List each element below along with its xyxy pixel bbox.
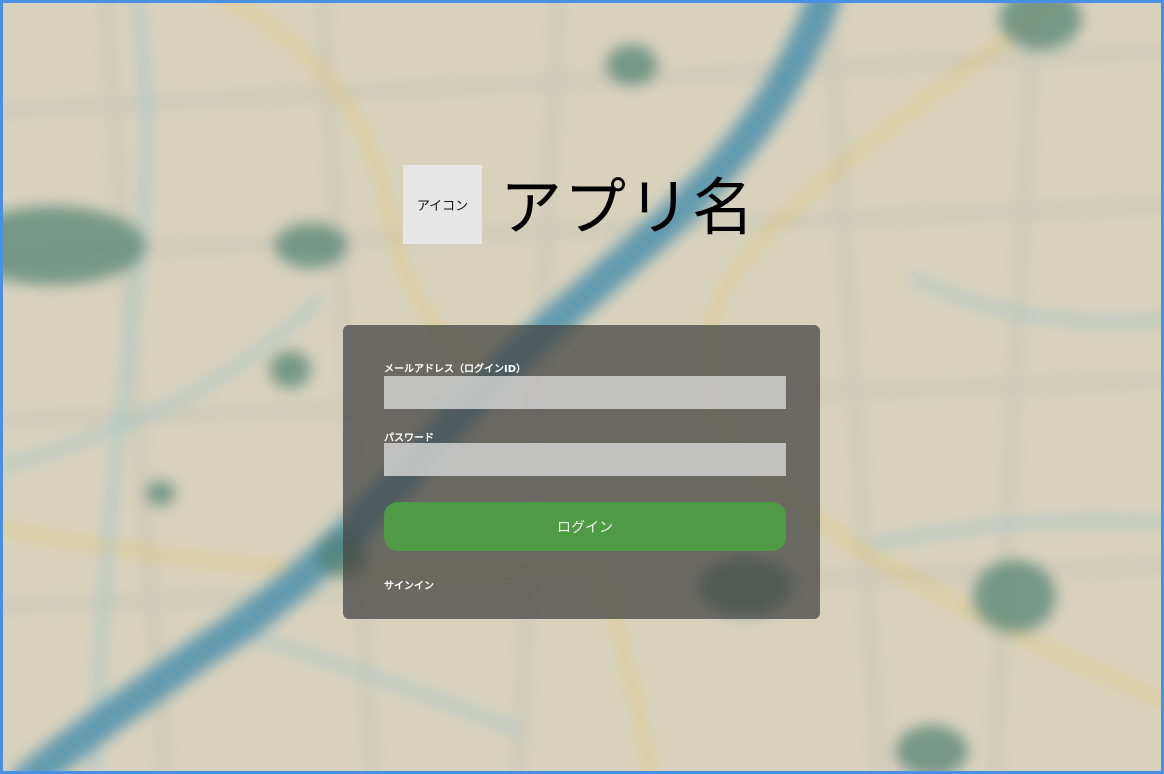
email-label: メールアドレス（ログインID） (384, 364, 527, 375)
login-panel: メールアドレス（ログインID） パスワード ログイン サインイン (343, 325, 820, 619)
brand-header: アイコン アプリ名 (403, 165, 756, 244)
app-name: アプリ名 (500, 170, 757, 244)
email-field[interactable] (384, 376, 786, 409)
login-button[interactable]: ログイン (384, 502, 786, 551)
signin-link[interactable]: サインイン (384, 577, 434, 592)
app-icon-placeholder: アイコン (403, 165, 482, 244)
login-screen: アイコン アプリ名 メールアドレス（ログインID） パスワード ログイン サイン… (0, 0, 1164, 774)
password-field[interactable] (384, 443, 786, 476)
password-label: パスワード (384, 433, 434, 444)
